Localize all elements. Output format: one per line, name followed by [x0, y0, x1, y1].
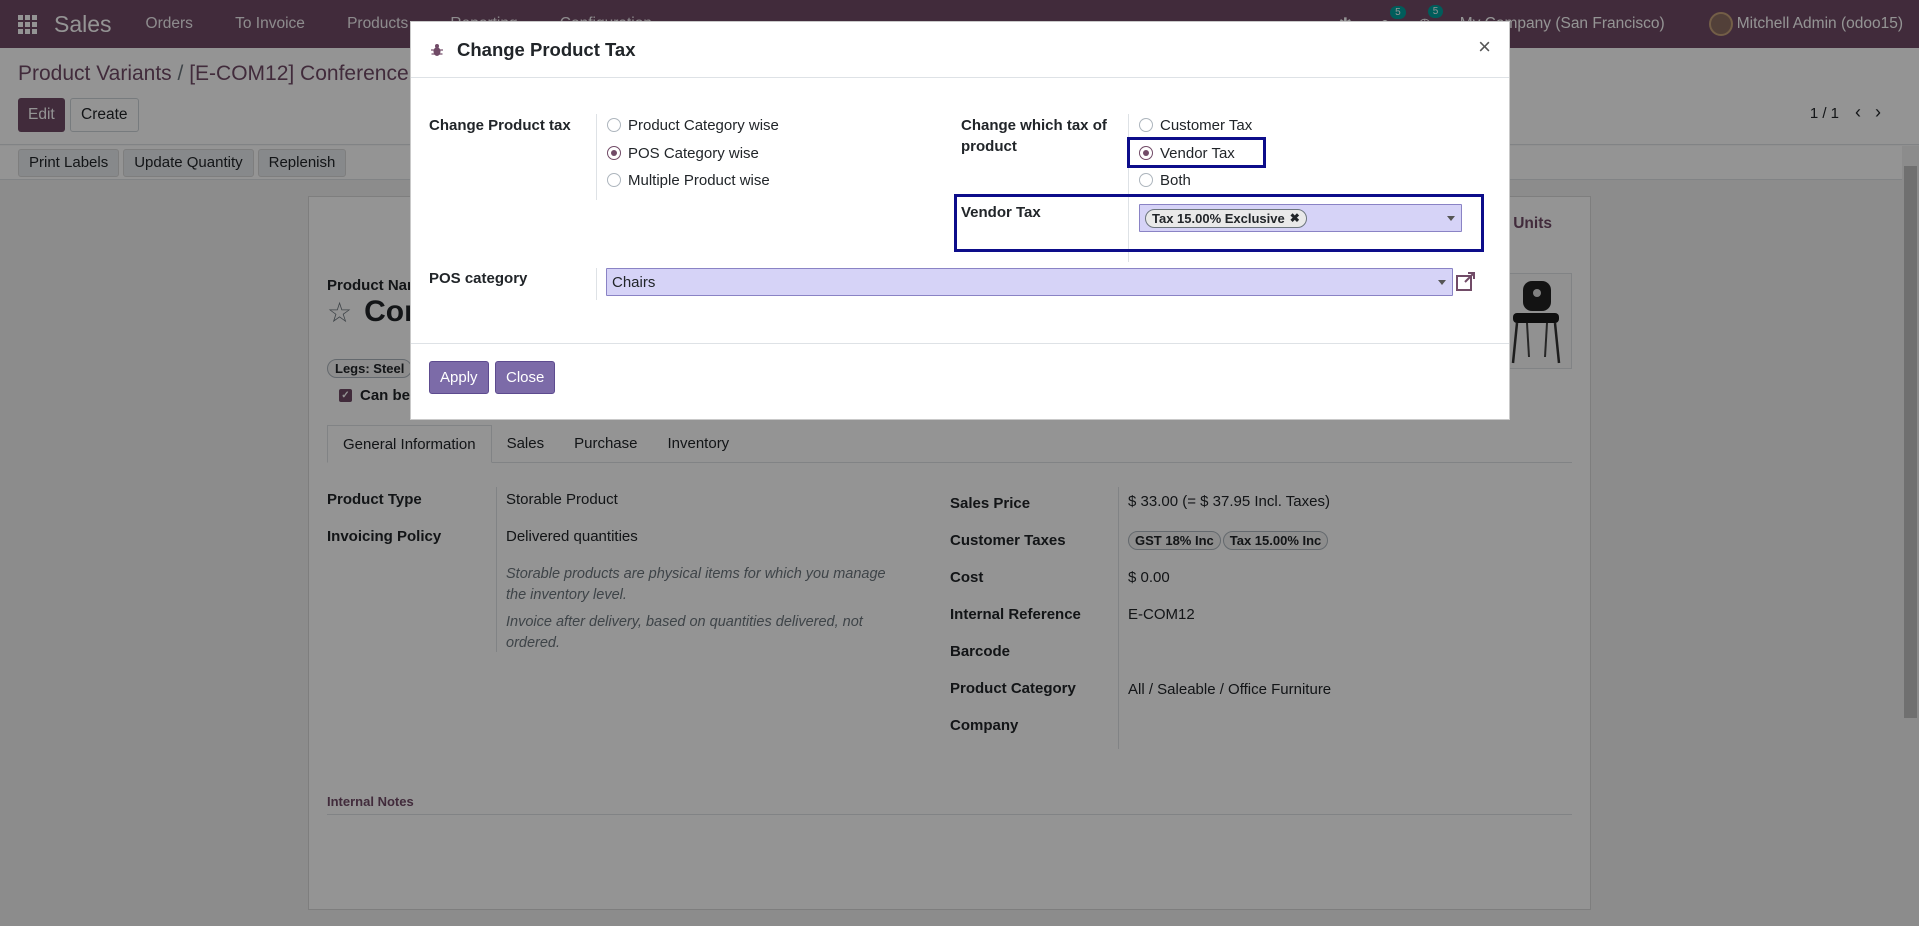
change-product-tax-label: Change Product tax — [429, 117, 571, 134]
close-button[interactable]: Close — [495, 361, 556, 394]
vendor-tax-input[interactable]: Tax 15.00% Exclusive ✖ — [1139, 204, 1462, 232]
radio-button[interactable] — [607, 173, 621, 187]
remove-tag-icon[interactable]: ✖ — [1290, 211, 1300, 225]
radio-customer-tax[interactable]: Customer Tax — [1139, 114, 1252, 136]
bug-icon — [431, 43, 443, 56]
highlight-vendor-tax-option — [1127, 137, 1266, 168]
close-icon[interactable]: × — [1478, 34, 1491, 60]
field-divider — [596, 114, 597, 200]
dialog-title: Change Product Tax — [457, 38, 636, 60]
chevron-down-icon[interactable] — [1447, 216, 1455, 221]
radio-button[interactable] — [1139, 118, 1153, 132]
change-product-tax-dialog: Change Product Tax × Change Product tax … — [410, 21, 1510, 420]
external-link-icon[interactable] — [1455, 270, 1477, 292]
radio-button[interactable] — [607, 118, 621, 132]
which-tax-label: Change which tax of product — [961, 117, 1107, 155]
vendor-tax-label: Vendor Tax — [961, 204, 1041, 221]
radio-product-category-wise[interactable]: Product Category wise — [607, 114, 779, 136]
vendor-tax-tag: Tax 15.00% Exclusive ✖ — [1145, 208, 1307, 228]
radio-label: Product Category wise — [628, 116, 779, 134]
radio-label: POS Category wise — [628, 144, 759, 162]
vendor-tax-tag-label: Tax 15.00% Exclusive — [1152, 210, 1285, 226]
radio-button[interactable] — [1139, 173, 1153, 187]
radio-label: Multiple Product wise — [628, 171, 770, 189]
radio-label: Both — [1160, 171, 1191, 189]
dialog-header: Change Product Tax × — [411, 22, 1509, 78]
apply-button[interactable]: Apply — [429, 361, 489, 394]
pos-category-value: Chairs — [612, 273, 656, 291]
pos-category-input[interactable]: Chairs — [606, 268, 1453, 296]
radio-label: Customer Tax — [1160, 116, 1253, 134]
radio-multiple-product-wise[interactable]: Multiple Product wise — [607, 169, 770, 191]
radio-button-selected[interactable] — [607, 146, 621, 160]
chevron-down-icon[interactable] — [1438, 280, 1446, 285]
pos-category-label: POS category — [429, 270, 528, 287]
field-divider — [596, 268, 597, 300]
radio-pos-category-wise[interactable]: POS Category wise — [607, 142, 759, 164]
dialog-footer: Apply Close — [411, 343, 1509, 419]
radio-both[interactable]: Both — [1139, 169, 1191, 191]
